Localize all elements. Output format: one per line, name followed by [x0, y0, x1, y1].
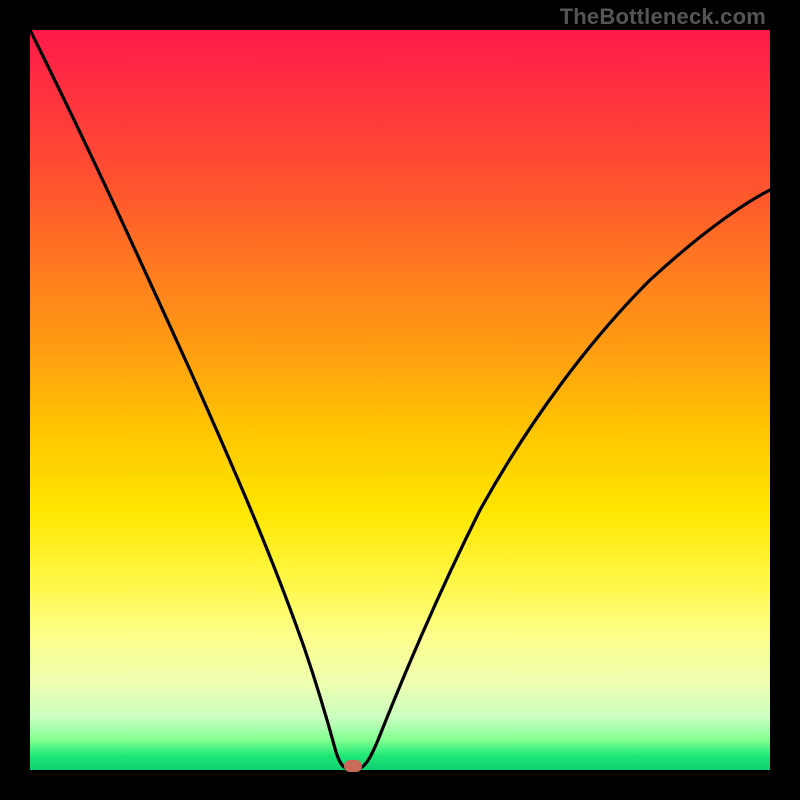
- chart-frame: TheBottleneck.com: [0, 0, 800, 800]
- optimal-marker: [344, 760, 362, 772]
- watermark-text: TheBottleneck.com: [560, 4, 766, 30]
- curve-path: [30, 30, 770, 768]
- bottleneck-curve: [30, 30, 770, 770]
